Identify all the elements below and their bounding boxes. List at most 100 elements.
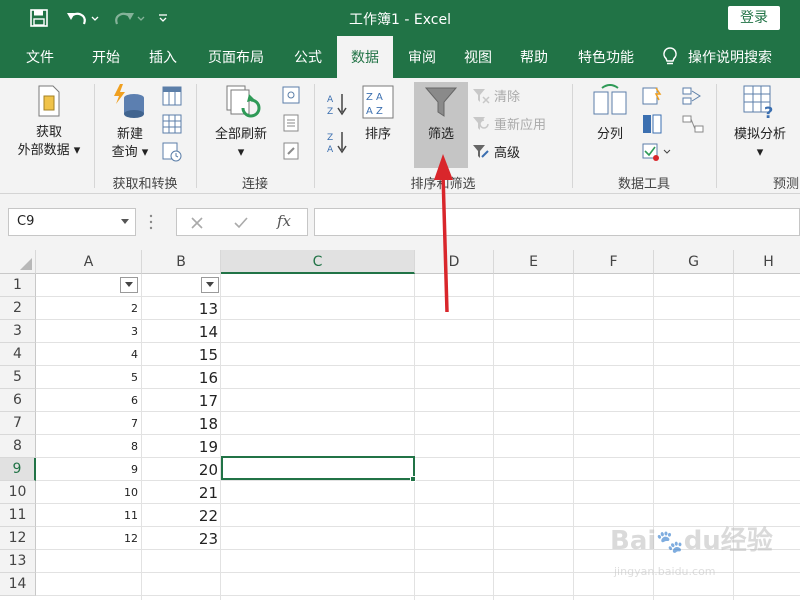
col-header-c[interactable]: C <box>221 250 415 274</box>
new-query-button[interactable]: 新建 查询 ▾ <box>104 84 156 162</box>
row-header-6[interactable]: 6 <box>0 389 36 412</box>
cell-a5[interactable]: 5 <box>36 366 138 389</box>
relationships-button[interactable] <box>680 114 706 140</box>
baidu-watermark-logo: Bai🐾du经验 <box>610 526 773 556</box>
tab-formulas[interactable]: 公式 <box>282 36 334 78</box>
select-all-corner[interactable] <box>0 250 36 274</box>
row-header-9[interactable]: 9 <box>0 458 36 481</box>
cell-a10[interactable]: 10 <box>36 481 138 504</box>
cell-a9[interactable]: 9 <box>36 458 138 481</box>
cell-a3[interactable]: 3 <box>36 320 138 343</box>
connections-button[interactable] <box>280 86 302 110</box>
name-box[interactable]: C9 <box>8 208 136 236</box>
cell-a4[interactable]: 4 <box>36 343 138 366</box>
cell-b11[interactable]: 22 <box>142 504 218 527</box>
tab-review[interactable]: 审阅 <box>396 36 448 78</box>
show-queries-button[interactable] <box>160 86 184 112</box>
grid-vline <box>573 274 574 600</box>
row-header-3[interactable]: 3 <box>0 320 36 343</box>
divider <box>314 84 315 188</box>
tab-help[interactable]: 帮助 <box>508 36 560 78</box>
advanced-filter-icon <box>473 144 489 158</box>
enter-check-icon[interactable] <box>233 215 249 231</box>
tab-special[interactable]: 特色功能 <box>568 36 644 78</box>
sort-descending-button[interactable]: ZA <box>324 130 350 160</box>
tab-page-layout[interactable]: 页面布局 <box>196 36 276 78</box>
cell-b2[interactable]: 13 <box>142 297 218 320</box>
new-query-l2: 查询 <box>111 145 138 160</box>
row-header-10[interactable]: 10 <box>0 481 36 504</box>
cell-b9[interactable]: 20 <box>142 458 218 481</box>
filter-dropdown-b[interactable] <box>201 277 219 293</box>
chevron-down-icon[interactable] <box>121 219 129 225</box>
splitter-handle[interactable] <box>148 212 154 232</box>
advanced-button[interactable]: 高级 <box>472 142 520 161</box>
row-header-1[interactable]: 1 <box>0 274 36 297</box>
login-button[interactable]: 登录 <box>728 6 780 30</box>
col-header-g[interactable]: G <box>654 250 734 274</box>
row-header-5[interactable]: 5 <box>0 366 36 389</box>
consolidate-button[interactable] <box>680 86 706 112</box>
cell-b5[interactable]: 16 <box>142 366 218 389</box>
cell-a8[interactable]: 8 <box>36 435 138 458</box>
tab-file[interactable]: 文件 <box>14 36 66 78</box>
cell-b3[interactable]: 14 <box>142 320 218 343</box>
cancel-icon[interactable] <box>189 215 205 231</box>
formula-input[interactable] <box>314 208 800 236</box>
insert-function-icon[interactable]: fx <box>277 212 291 230</box>
formula-buttons: fx <box>176 208 308 236</box>
col-header-a[interactable]: A <box>36 250 142 274</box>
svg-text:?: ? <box>764 103 773 120</box>
filter-dropdown-a[interactable] <box>120 277 138 293</box>
col-header-e[interactable]: E <box>494 250 574 274</box>
cell-a11[interactable]: 11 <box>36 504 138 527</box>
edit-links-button[interactable] <box>280 142 302 166</box>
row-header-8[interactable]: 8 <box>0 435 36 458</box>
reapply-button[interactable]: 重新应用 <box>472 114 546 133</box>
cell-a6[interactable]: 6 <box>36 389 138 412</box>
flash-fill-button[interactable] <box>640 86 664 112</box>
cell-a12[interactable]: 12 <box>36 527 138 550</box>
row-header-13[interactable]: 13 <box>0 550 36 573</box>
text-to-columns-button[interactable]: 分列 <box>584 84 636 144</box>
filter-button[interactable]: 筛选 <box>414 84 468 144</box>
tell-me-search[interactable]: 操作说明搜索 <box>662 36 772 78</box>
fill-handle[interactable] <box>410 476 416 482</box>
row-header-14[interactable]: 14 <box>0 573 36 596</box>
clear-button[interactable]: 清除 <box>472 86 520 105</box>
col-header-h[interactable]: H <box>734 250 800 274</box>
sort-button[interactable]: Z A A Z 排序 <box>356 84 400 144</box>
selected-cell-c9[interactable] <box>221 456 415 480</box>
cell-b12[interactable]: 23 <box>142 527 218 550</box>
row-header-12[interactable]: 12 <box>0 527 36 550</box>
cell-b10[interactable]: 21 <box>142 481 218 504</box>
properties-button[interactable] <box>280 114 302 138</box>
consolidate-icon <box>682 87 701 105</box>
cell-b8[interactable]: 19 <box>142 435 218 458</box>
grid-hline <box>36 595 800 596</box>
sort-ascending-button[interactable]: AZ <box>324 92 350 122</box>
data-validation-button[interactable] <box>640 142 674 168</box>
cell-b4[interactable]: 15 <box>142 343 218 366</box>
cell-b7[interactable]: 18 <box>142 412 218 435</box>
row-header-4[interactable]: 4 <box>0 343 36 366</box>
cell-a2[interactable]: 2 <box>36 297 138 320</box>
remove-duplicates-button[interactable] <box>640 114 664 140</box>
get-external-data-button[interactable]: 获取 外部数据 ▾ <box>8 84 90 160</box>
row-header-2[interactable]: 2 <box>0 297 36 320</box>
refresh-all-button[interactable]: 全部刷新 ▾ <box>204 84 278 162</box>
what-if-analysis-button[interactable]: ? 模拟分析 ▾ <box>724 84 796 162</box>
col-header-b[interactable]: B <box>142 250 221 274</box>
tab-data[interactable]: 数据 <box>337 36 393 78</box>
row-header-11[interactable]: 11 <box>0 504 36 527</box>
col-header-f[interactable]: F <box>574 250 654 274</box>
tab-insert[interactable]: 插入 <box>137 36 189 78</box>
cell-b6[interactable]: 17 <box>142 389 218 412</box>
tab-home[interactable]: 开始 <box>80 36 132 78</box>
tab-view[interactable]: 视图 <box>452 36 504 78</box>
from-table-button[interactable] <box>160 114 184 140</box>
recent-sources-button[interactable] <box>160 142 184 168</box>
svg-text:A: A <box>327 95 334 105</box>
row-header-7[interactable]: 7 <box>0 412 36 435</box>
cell-a7[interactable]: 7 <box>36 412 138 435</box>
